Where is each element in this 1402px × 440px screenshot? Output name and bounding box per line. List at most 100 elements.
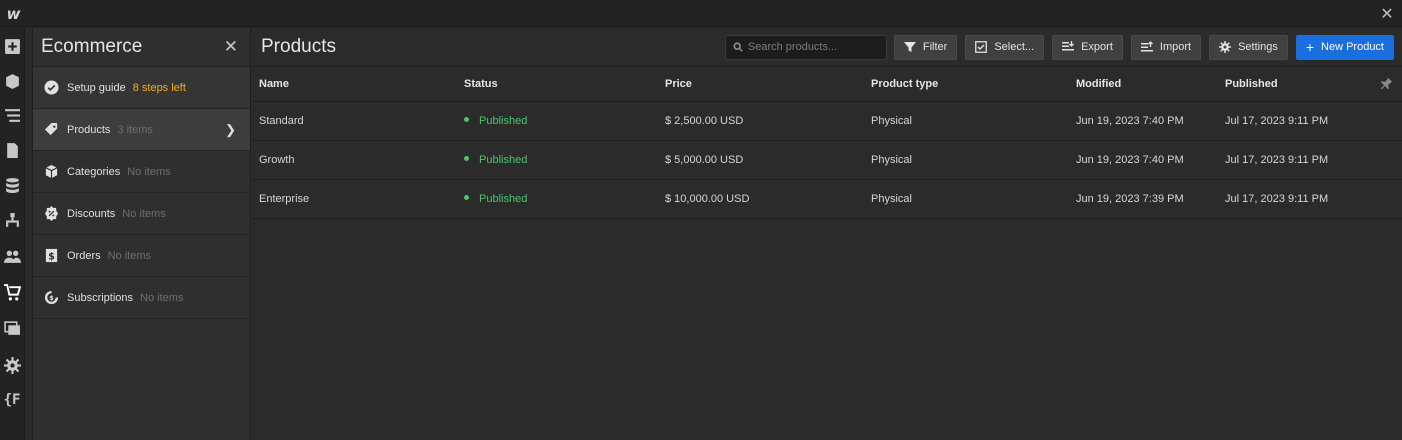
close-panel-icon[interactable]: ✕: [224, 37, 238, 57]
cell-product-type: Physical: [864, 179, 1069, 219]
cell-status: Published: [457, 179, 658, 219]
cell-name: Enterprise: [252, 179, 457, 219]
products-header: Products Filter Select... Export Import …: [252, 28, 1402, 67]
status-dot: [464, 195, 469, 201]
new-product-label: New Product: [1321, 41, 1384, 53]
navigator-icon[interactable]: [2, 105, 22, 125]
logic-icon[interactable]: [2, 210, 22, 230]
top-bar: w ✕: [0, 0, 1402, 27]
column-header-name[interactable]: Name: [252, 67, 457, 102]
cms-icon[interactable]: [2, 175, 22, 195]
nav-item-count: 3 items: [117, 123, 153, 136]
subscription-icon: $: [43, 289, 60, 306]
status-label: Published: [479, 192, 528, 205]
select-label: Select...: [994, 41, 1035, 53]
table-row[interactable]: Standard Published $ 2,500.00 USD Physic…: [252, 101, 1402, 141]
column-header-price[interactable]: Price: [658, 67, 864, 102]
nav-item-label: Categories: [67, 165, 121, 178]
nav-item-subscriptions[interactable]: $ Subscriptions No items: [33, 277, 250, 319]
cell-name: Standard: [252, 101, 457, 141]
nav-item-count: No items: [107, 249, 152, 262]
nav-item-count: No items: [127, 165, 171, 178]
page-title: Products: [261, 36, 336, 57]
cell-price: $ 10,000.00 USD: [658, 179, 864, 219]
nav-item-categories[interactable]: Categories No items: [33, 151, 250, 193]
cell-published: Jul 17, 2023 9:11 PM: [1218, 179, 1402, 219]
nav-item-label: Setup guide: [67, 81, 126, 94]
nav-item-orders[interactable]: $ Orders No items: [33, 235, 250, 277]
nav-item-count: No items: [140, 291, 184, 304]
import-label: Import: [1159, 41, 1192, 53]
components-icon[interactable]: [2, 71, 22, 91]
nav-item-count: 8 steps left: [132, 81, 186, 94]
ecommerce-panel: Ecommerce ✕ Setup guide 8 steps left Pro…: [33, 28, 251, 440]
cell-price: $ 2,500.00 USD: [658, 101, 864, 141]
export-label: Export: [1081, 41, 1113, 53]
cell-modified: Jun 19, 2023 7:40 PM: [1069, 101, 1218, 141]
cell-status: Published: [457, 101, 658, 141]
status-dot: [464, 156, 469, 162]
pages-icon[interactable]: [2, 140, 22, 160]
cell-product-type: Physical: [864, 140, 1069, 180]
settings-label: Settings: [1238, 41, 1278, 53]
ecommerce-cart-icon[interactable]: [2, 282, 22, 302]
discount-badge-icon: [43, 205, 60, 222]
svg-text:$: $: [48, 251, 55, 262]
cell-price: $ 5,000.00 USD: [658, 140, 864, 180]
users-icon[interactable]: [2, 246, 22, 266]
settings-button[interactable]: Settings: [1209, 34, 1288, 60]
panel-divider: [25, 28, 33, 440]
filter-label: Filter: [922, 41, 948, 53]
table-row[interactable]: Enterprise Published $ 10,000.00 USD Phy…: [252, 179, 1402, 219]
new-product-button[interactable]: + New Product: [1295, 34, 1394, 60]
search-box[interactable]: [724, 34, 887, 60]
close-icon[interactable]: ✕: [1376, 0, 1398, 27]
pin-icon[interactable]: [1380, 77, 1393, 93]
nav-item-setup-guide[interactable]: Setup guide 8 steps left: [33, 67, 250, 109]
column-header-modified[interactable]: Modified: [1069, 67, 1218, 102]
cell-published: Jul 17, 2023 9:11 PM: [1218, 140, 1402, 180]
svg-text:$: $: [49, 294, 54, 302]
products-main: Products Filter Select... Export Import …: [252, 28, 1402, 440]
import-button[interactable]: Import: [1130, 34, 1202, 60]
gear-icon: [1219, 41, 1232, 53]
export-icon: [1062, 41, 1075, 51]
nav-item-label: Subscriptions: [67, 291, 134, 304]
left-toolbar: {F: [0, 28, 25, 440]
nav-item-products[interactable]: Products 3 items ❯: [33, 109, 250, 151]
column-header-product-type[interactable]: Product type: [864, 67, 1069, 102]
products-table: Name Status Price Product type Modified …: [252, 67, 1402, 219]
table-header-row: Name Status Price Product type Modified …: [252, 67, 1402, 102]
search-icon: [733, 42, 743, 52]
column-header-published-label: Published: [1225, 77, 1278, 90]
column-header-status[interactable]: Status: [457, 67, 658, 102]
import-icon: [1140, 41, 1153, 52]
status-label: Published: [479, 114, 528, 127]
export-button[interactable]: Export: [1052, 34, 1123, 60]
receipt-icon: $: [43, 247, 60, 264]
tag-icon: [43, 121, 60, 138]
panel-header: Ecommerce ✕: [33, 28, 250, 67]
variables-icon[interactable]: {F: [2, 390, 22, 410]
settings-gear-icon[interactable]: [2, 355, 22, 375]
cell-product-type: Physical: [864, 101, 1069, 141]
search-input[interactable]: [747, 41, 878, 53]
cell-modified: Jun 19, 2023 7:39 PM: [1069, 179, 1218, 219]
box-icon: [43, 163, 60, 180]
table-row[interactable]: Growth Published $ 5,000.00 USD Physical…: [252, 140, 1402, 180]
cell-published: Jul 17, 2023 9:11 PM: [1218, 101, 1402, 141]
cell-status: Published: [457, 140, 658, 180]
chevron-right-icon: ❯: [225, 122, 236, 137]
checkbox-icon: [975, 41, 988, 53]
webflow-logo[interactable]: w: [0, 0, 27, 27]
filter-button[interactable]: Filter: [893, 34, 958, 60]
select-button[interactable]: Select...: [965, 34, 1045, 60]
add-panel-icon[interactable]: [2, 36, 22, 56]
filter-icon: [903, 42, 916, 52]
panel-title: Ecommerce: [41, 36, 143, 57]
column-header-published[interactable]: Published: [1218, 67, 1402, 102]
status-dot: [464, 117, 469, 123]
nav-item-discounts[interactable]: Discounts No items: [33, 193, 250, 235]
check-circle-icon: [43, 79, 60, 96]
assets-icon[interactable]: [2, 318, 22, 338]
